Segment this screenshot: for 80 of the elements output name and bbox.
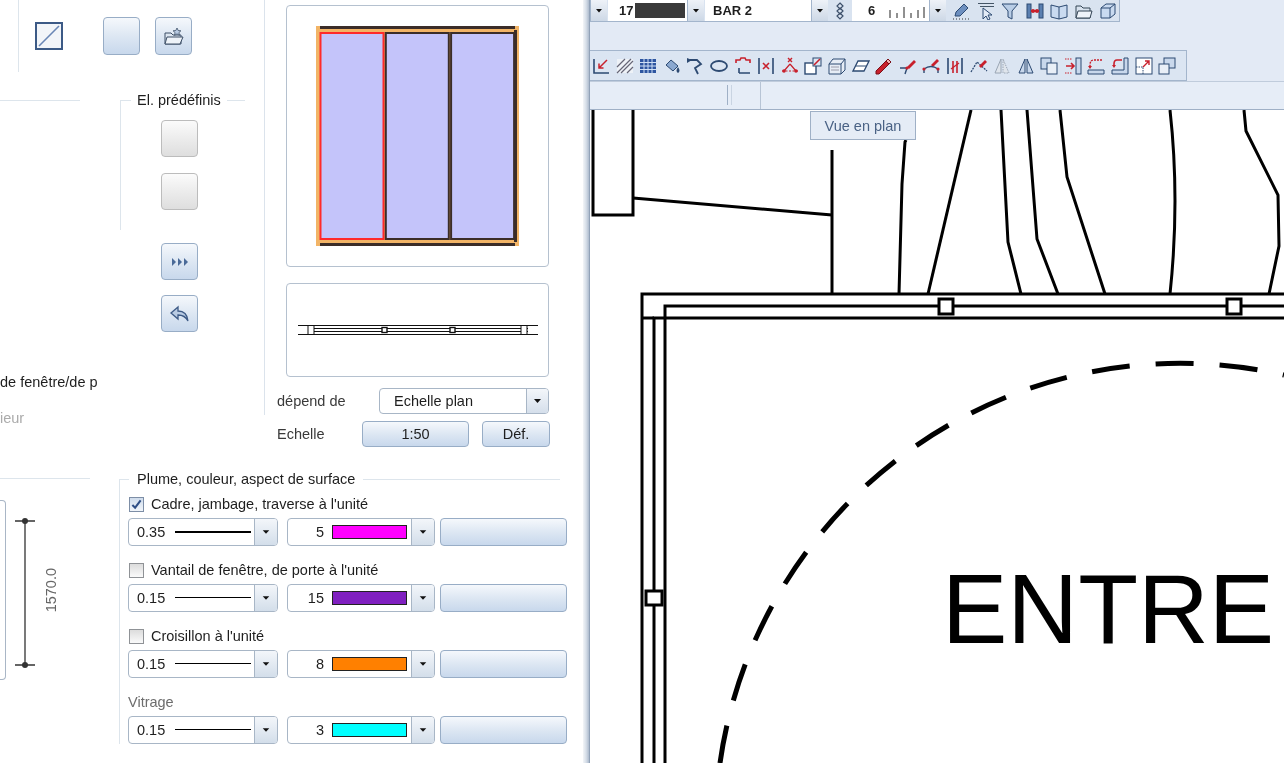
pen-dropdown[interactable]: 0.35 xyxy=(128,518,278,546)
line-type-dropdown[interactable]: BAR 2 xyxy=(705,0,828,21)
curve-arrow-icon[interactable] xyxy=(686,56,705,75)
hatch-icon[interactable] xyxy=(615,56,634,75)
box-3d-icon[interactable] xyxy=(827,56,846,75)
mirror-icon[interactable] xyxy=(1016,56,1035,75)
cross-point-icon[interactable] xyxy=(780,56,799,75)
section-label: Vitrage xyxy=(128,694,174,710)
forward-button[interactable] xyxy=(161,243,198,280)
caret-icon[interactable] xyxy=(929,0,946,21)
axis-arrow-icon[interactable] xyxy=(592,56,610,75)
pencil-icon[interactable] xyxy=(875,56,894,75)
line-sample-icon xyxy=(175,728,251,732)
corner-arrow-icon[interactable] xyxy=(1111,56,1130,75)
checkbox-label[interactable]: Cadre, jambage, traverse à l'unité xyxy=(151,496,369,512)
caret-icon[interactable] xyxy=(687,0,704,21)
caret-icon[interactable] xyxy=(811,0,828,21)
grid-icon[interactable] xyxy=(639,56,658,75)
folder-icon[interactable] xyxy=(1074,2,1093,20)
cursor-icon[interactable] xyxy=(976,2,995,20)
tooltip: Vue en plan xyxy=(810,111,916,140)
wall-marker[interactable] xyxy=(937,297,955,316)
bracket-icon[interactable] xyxy=(733,56,752,75)
pen-dropdown[interactable]: 0.15 xyxy=(128,716,278,744)
line-sample-icon xyxy=(175,530,251,534)
option-label: ieur xyxy=(0,409,25,427)
scale-dropdown[interactable]: Echelle plan xyxy=(379,388,549,414)
room-label: ENTRE xyxy=(942,554,1275,664)
return-arrow-icon xyxy=(169,304,190,323)
define-button[interactable]: Déf. xyxy=(482,421,550,447)
checkbox[interactable] xyxy=(129,628,144,644)
checkmark-icon xyxy=(131,498,142,510)
color-swatch-icon xyxy=(635,3,686,18)
line-sample-icon xyxy=(175,662,251,666)
pen-dropdown[interactable]: 0.15 xyxy=(128,584,278,612)
copy-icon[interactable] xyxy=(1040,56,1059,75)
option-label: de fenêtre/de p xyxy=(0,373,98,391)
stacked-squares-icon[interactable] xyxy=(1158,56,1177,75)
color-dropdown[interactable]: 5 xyxy=(287,518,435,546)
caret-icon[interactable] xyxy=(590,0,607,21)
window-pane[interactable] xyxy=(449,32,515,240)
split-bars-icon[interactable] xyxy=(757,56,776,75)
resize-icon[interactable] xyxy=(1134,56,1153,75)
scale-button[interactable]: 1:50 xyxy=(362,421,469,447)
chain-icon[interactable] xyxy=(834,2,846,20)
book-icon[interactable] xyxy=(1050,2,1068,20)
color-dropdown[interactable]: 8 xyxy=(287,650,435,678)
color-dropdown[interactable]: 3 xyxy=(287,716,435,744)
window-pane[interactable] xyxy=(384,32,450,240)
pen-curve-icon[interactable] xyxy=(922,56,941,75)
color-dropdown[interactable]: 15 xyxy=(287,584,435,612)
group-title: El. prédéfinis xyxy=(136,92,222,109)
caret-icon[interactable] xyxy=(526,389,548,413)
wall-marker[interactable] xyxy=(1225,297,1243,316)
back-button[interactable] xyxy=(161,295,198,332)
folder-button[interactable] xyxy=(155,17,192,55)
folder-star-icon xyxy=(163,27,184,45)
checkbox[interactable] xyxy=(129,562,144,578)
pen-dropdown[interactable]: 17 xyxy=(608,0,704,21)
checkbox[interactable] xyxy=(129,496,144,512)
checkbox-label[interactable]: Vantail de fenêtre, de porte à l'unité xyxy=(151,562,379,578)
field-label: Echelle xyxy=(277,426,326,442)
line-dropdown[interactable]: 6 xyxy=(852,0,946,21)
dimension-value: 1570.0 xyxy=(43,567,59,613)
filter-icon[interactable] xyxy=(1001,2,1019,20)
checkbox-label[interactable]: Croisillon à l'unité xyxy=(151,628,265,644)
line-sample-icon xyxy=(175,596,251,600)
wall-marker[interactable] xyxy=(644,589,664,607)
bracket-link-icon[interactable] xyxy=(1025,2,1044,20)
pencil-icon[interactable] xyxy=(952,2,970,20)
cube-icon[interactable] xyxy=(1099,2,1117,20)
triple-bars-icon[interactable] xyxy=(945,56,964,75)
rotate-bar-icon[interactable] xyxy=(1087,56,1106,75)
diagonal-square-icon xyxy=(35,22,63,50)
square-pencil-icon[interactable] xyxy=(804,56,823,75)
group-title: Plume, couleur, aspect de surface xyxy=(136,471,357,488)
triple-arrow-icon xyxy=(170,257,189,266)
pen-dropdown[interactable]: 0.15 xyxy=(128,650,278,678)
field-label: dépend de xyxy=(277,393,347,409)
arrow-bar-icon[interactable] xyxy=(1063,56,1082,75)
